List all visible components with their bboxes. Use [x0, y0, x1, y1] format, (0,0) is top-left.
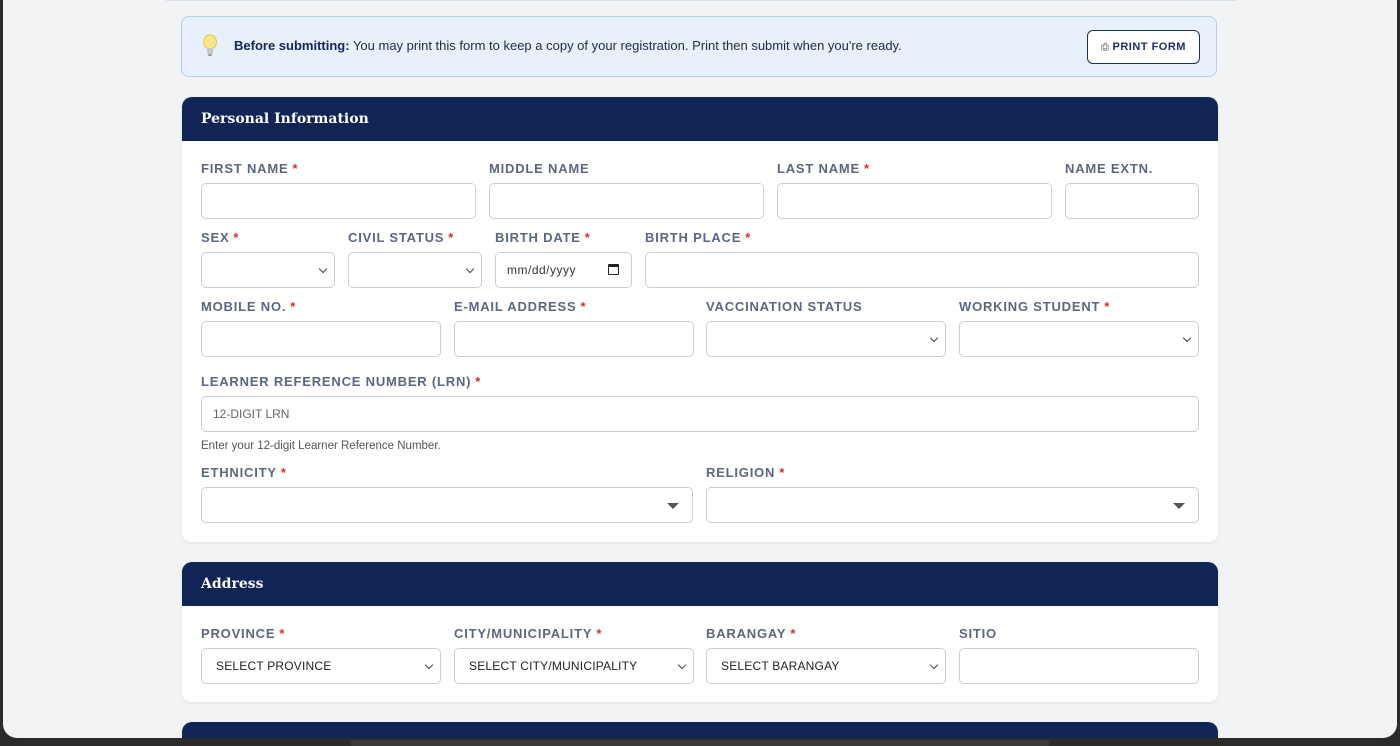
working-student-label: WORKING STUDENT * [959, 299, 1111, 314]
divider [166, 0, 1237, 1]
barangay-select[interactable]: SELECT BARANGAY [706, 648, 946, 684]
working-student-select[interactable] [959, 321, 1199, 357]
barangay-label: BARANGAY * [706, 626, 797, 641]
birth-date-input[interactable]: mm/dd/yyyy [495, 252, 632, 288]
next-section-header [182, 722, 1218, 738]
city-label: CITY/MUNICIPALITY * [454, 626, 603, 641]
vaccination-select[interactable] [706, 321, 946, 357]
lrn-input[interactable]: 12-DIGIT LRN [201, 396, 1199, 432]
lrn-hint: Enter your 12-digit Learner Reference Nu… [201, 440, 441, 452]
first-name-input[interactable] [201, 183, 476, 219]
city-value: SELECT CITY/MUNICIPALITY [469, 659, 638, 673]
email-label: E-MAIL ADDRESS * [454, 299, 587, 314]
lightbulb-icon [203, 34, 217, 56]
vaccination-label: VACCINATION STATUS [706, 299, 863, 314]
personal-information-section: Personal Information FIRST NAME * MIDDLE … [182, 97, 1218, 542]
section-title: Address [182, 562, 1218, 606]
sitio-label: SITIO [959, 626, 997, 641]
first-name-label: FIRST NAME * [201, 161, 299, 176]
print-form-button[interactable]: ⎙ PRINT FORM [1087, 30, 1200, 64]
dropdown-caret-icon [667, 503, 679, 509]
city-select[interactable]: SELECT CITY/MUNICIPALITY [454, 648, 694, 684]
email-input[interactable] [454, 321, 694, 357]
middle-name-input[interactable] [489, 183, 764, 219]
print-form-label: PRINT FORM [1112, 41, 1186, 53]
ethnicity-select[interactable] [201, 487, 693, 523]
mobile-label: MOBILE NO. * [201, 299, 297, 314]
last-name-input[interactable] [777, 183, 1052, 219]
notice-text: Before submitting: You may print this fo… [234, 38, 902, 53]
printer-icon: ⎙ [1101, 41, 1110, 53]
calendar-icon[interactable] [608, 264, 619, 275]
ethnicity-label: ETHNICITY * [201, 465, 287, 480]
civil-status-label: CIVIL STATUS * [348, 230, 455, 245]
birth-place-label: BIRTH PLACE * [645, 230, 752, 245]
sex-label: SEX * [201, 230, 240, 245]
sex-select[interactable] [201, 252, 335, 288]
name-extn-label: NAME EXTN. [1065, 161, 1154, 176]
civil-status-select[interactable] [348, 252, 482, 288]
religion-select[interactable] [706, 487, 1199, 523]
section-title: Personal Information [182, 97, 1218, 141]
dropdown-caret-icon [1173, 503, 1185, 509]
mobile-input[interactable] [201, 321, 441, 357]
notice-bold: Before submitting: [234, 38, 350, 53]
sitio-input[interactable] [959, 648, 1199, 684]
birth-date-label: BIRTH DATE * [495, 230, 591, 245]
name-extn-input[interactable] [1065, 183, 1199, 219]
notice-body: You may print this form to keep a copy o… [349, 38, 902, 53]
middle-name-label: MIDDLE NAME [489, 161, 590, 176]
last-name-label: LAST NAME * [777, 161, 870, 176]
address-section: Address PROVINCE * SELECT PROVINCE CITY/M… [182, 562, 1218, 702]
print-notice-banner: Before submitting: You may print this fo… [181, 16, 1217, 77]
religion-label: RELIGION * [706, 465, 786, 480]
province-label: PROVINCE * [201, 626, 286, 641]
province-value: SELECT PROVINCE [216, 659, 332, 673]
province-select[interactable]: SELECT PROVINCE [201, 648, 441, 684]
lrn-placeholder: 12-DIGIT LRN [213, 407, 290, 421]
dock-bar [350, 740, 1050, 746]
barangay-value: SELECT BARANGAY [721, 659, 840, 673]
lrn-label: LEARNER REFERENCE NUMBER (LRN) * [201, 374, 482, 389]
browser-window: Before submitting: You may print this fo… [3, 0, 1397, 738]
birth-date-value: mm/dd/yyyy [507, 263, 577, 277]
birth-place-input[interactable] [645, 252, 1199, 288]
